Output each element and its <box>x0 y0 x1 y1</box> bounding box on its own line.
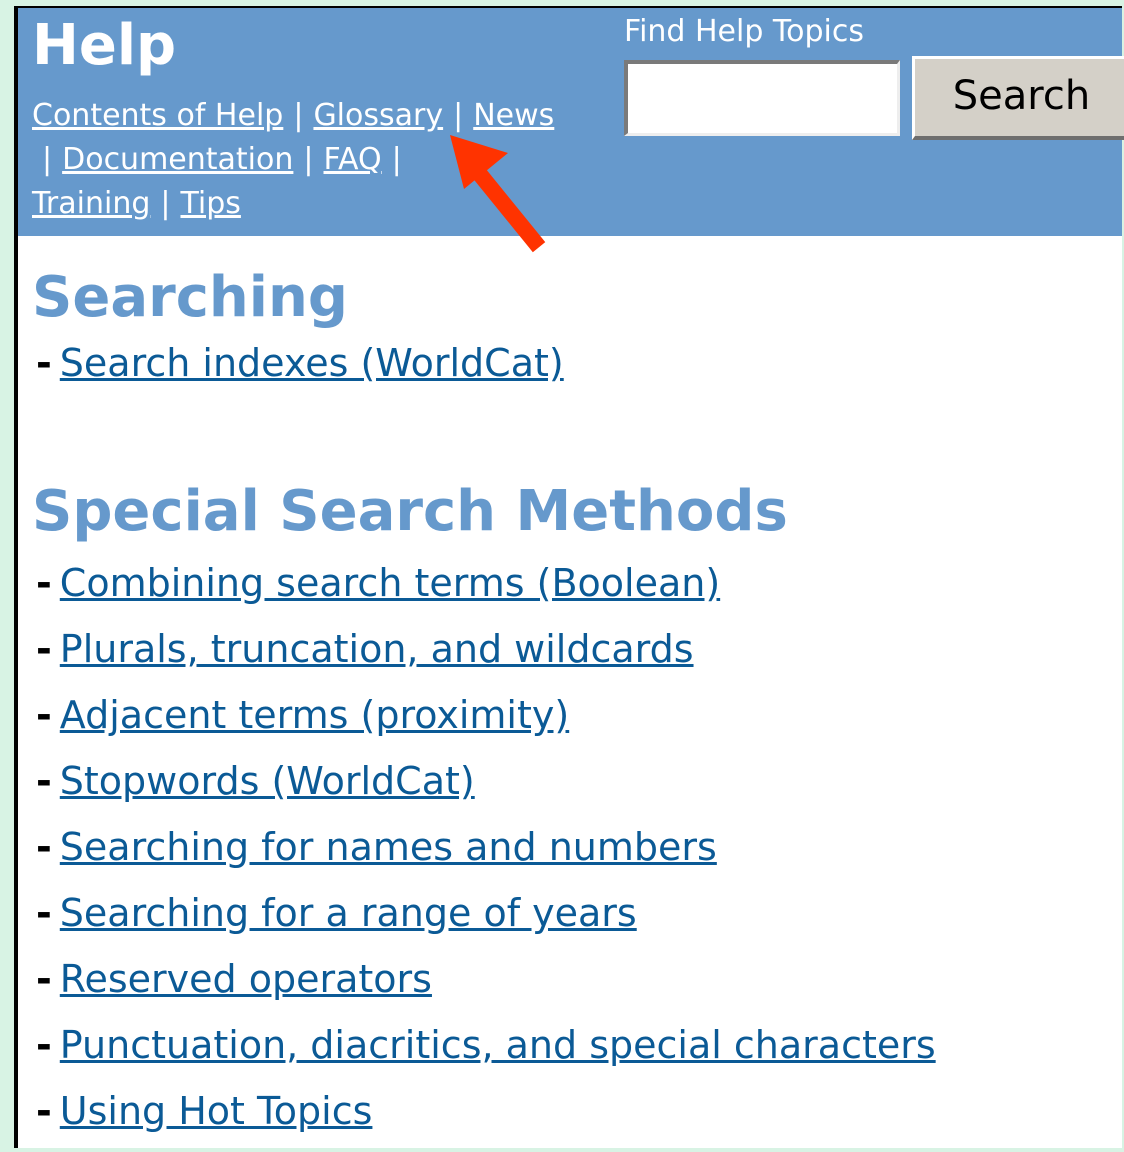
special-search-link-list: - Combining search terms (Boolean) - Plura… <box>36 558 936 1152</box>
help-link[interactable]: Search indexes (WorldCat) <box>60 341 564 385</box>
find-help-topics-label: Find Help Topics <box>624 14 865 49</box>
bullet-dash: - <box>36 891 52 935</box>
help-link[interactable]: Punctuation, diacritics, and special cha… <box>60 1023 936 1067</box>
nav-link-faq[interactable]: FAQ <box>324 142 382 177</box>
list-item: - Combining search terms (Boolean) <box>36 558 936 624</box>
bullet-dash: - <box>36 627 52 671</box>
bullet-dash: - <box>36 693 52 737</box>
help-page: Help Contents of Help | Glossary | News | Doc… <box>14 6 1124 1148</box>
bullet-dash: - <box>36 825 52 869</box>
list-item: - Stopwords (WorldCat) <box>36 756 936 822</box>
nav-link-documentation[interactable]: Documentation <box>62 142 293 177</box>
nav-link-training[interactable]: Training <box>32 186 150 221</box>
searching-link-list: - Search indexes (WorldCat) <box>36 338 564 404</box>
bullet-dash: - <box>36 1089 52 1133</box>
list-item: - Using Hot Topics <box>36 1086 936 1152</box>
help-link[interactable]: Plurals, truncation, and wildcards <box>60 627 694 671</box>
nav-separator: | <box>303 142 314 177</box>
nav-separator: | <box>42 142 53 177</box>
list-item: - Punctuation, diacritics, and special ch… <box>36 1020 936 1086</box>
red-arrow-icon <box>450 135 546 253</box>
nav-separator: | <box>293 98 304 133</box>
nav-separator: | <box>391 142 402 177</box>
nav-separator: | <box>160 186 171 221</box>
search-input[interactable] <box>624 60 900 136</box>
bullet-dash: - <box>36 759 52 803</box>
section-title-searching: Searching <box>32 265 348 330</box>
list-item: - Reserved operators <box>36 954 936 1020</box>
page-title: Help <box>32 13 177 78</box>
help-link[interactable]: Stopwords (WorldCat) <box>60 759 475 803</box>
bullet-dash: - <box>36 561 52 605</box>
bullet-dash: - <box>36 341 52 385</box>
nav-link-tips[interactable]: Tips <box>180 186 240 221</box>
help-link[interactable]: Searching for names and numbers <box>60 825 717 869</box>
help-link[interactable]: Adjacent terms (proximity) <box>60 693 569 737</box>
list-item: - Searching for a range of years <box>36 888 936 954</box>
search-button[interactable]: Search <box>912 56 1124 140</box>
help-link[interactable]: Using Hot Topics <box>60 1089 373 1133</box>
section-title-special-search-methods: Special Search Methods <box>32 479 788 544</box>
help-link[interactable]: Reserved operators <box>60 957 432 1001</box>
nav-link-glossary[interactable]: Glossary <box>313 98 443 133</box>
list-item: - Searching for names and numbers <box>36 822 936 888</box>
help-header: Help Contents of Help | Glossary | News | Doc… <box>18 8 1124 236</box>
bullet-dash: - <box>36 1023 52 1067</box>
nav-link-contents-of-help[interactable]: Contents of Help <box>32 98 283 133</box>
list-item: - Search indexes (WorldCat) <box>36 338 564 404</box>
list-item: - Adjacent terms (proximity) <box>36 690 936 756</box>
help-link[interactable]: Combining search terms (Boolean) <box>60 561 720 605</box>
bullet-dash: - <box>36 957 52 1001</box>
help-link[interactable]: Searching for a range of years <box>60 891 637 935</box>
list-item: - Plurals, truncation, and wildcards <box>36 624 936 690</box>
